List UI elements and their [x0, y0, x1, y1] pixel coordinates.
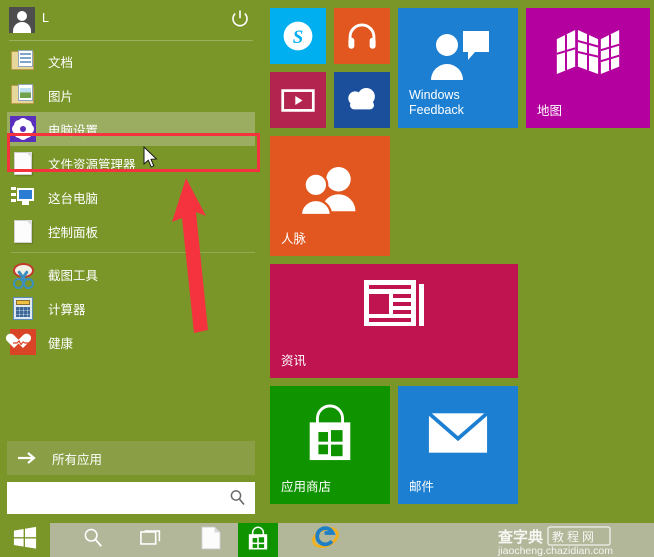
menu-item-label: 计算器	[48, 302, 86, 317]
tile-music[interactable]	[334, 8, 390, 64]
menu-item-snipping-tool[interactable]: 截图工具	[7, 257, 255, 291]
search-input[interactable]	[13, 482, 227, 516]
folder-pictures-icon	[10, 82, 36, 108]
tile-video[interactable]	[270, 72, 326, 128]
svg-text:S: S	[293, 27, 304, 48]
power-icon[interactable]	[230, 9, 250, 29]
all-apps-label: 所有应用	[52, 452, 103, 467]
cloud-icon	[334, 72, 390, 128]
start-button[interactable]	[0, 523, 50, 557]
map-folded-icon	[526, 24, 650, 80]
account-row[interactable]: L	[0, 0, 262, 37]
tile-label: 人脉	[281, 232, 307, 246]
tile-news[interactable]: 资讯	[270, 264, 518, 378]
menu-item-file-explorer[interactable]: 文件资源管理器	[7, 146, 255, 180]
tile-onedrive[interactable]	[334, 72, 390, 128]
settings-gear-icon	[10, 116, 36, 142]
menu-item-control-panel[interactable]: 控制面板	[7, 214, 255, 248]
start-menu-list: 文档 图片 电脑设置 文件资源管理器 这台电脑 控制面板 截图工具 计算器 健康	[0, 44, 262, 359]
arrow-right-icon	[15, 448, 39, 468]
this-pc-icon	[10, 184, 36, 210]
menu-item-label: 控制面板	[48, 225, 99, 240]
menu-item-health[interactable]: 健康	[7, 325, 255, 359]
tile-label: Windows Feedback	[409, 88, 464, 117]
tile-mail[interactable]: 邮件	[398, 386, 518, 504]
snipping-tool-icon	[10, 261, 36, 289]
news-article-icon	[270, 276, 518, 332]
store-bag-icon	[245, 525, 271, 556]
menu-item-label: 这台电脑	[48, 191, 99, 206]
watermark-brand: 查字典	[498, 528, 543, 546]
file-explorer-icon	[201, 526, 221, 555]
tile-skype[interactable]: S	[270, 8, 326, 64]
menu-item-label: 文档	[48, 55, 74, 70]
tile-store[interactable]: 应用商店	[270, 386, 390, 504]
taskbar-task-view-button[interactable]	[127, 523, 177, 557]
menu-item-label: 健康	[48, 336, 74, 351]
taskbar: 查字典 教程网 jiaocheng.chazidian.com	[0, 523, 654, 557]
tile-label: 资讯	[281, 354, 307, 368]
search-box[interactable]	[7, 482, 255, 516]
menu-item-calculator[interactable]: 计算器	[7, 291, 255, 325]
header-divider	[9, 40, 253, 41]
watermark: 查字典 教程网 jiaocheng.chazidian.com	[496, 525, 646, 557]
menu-item-label: 图片	[48, 89, 74, 104]
mail-envelope-icon	[398, 408, 518, 458]
menu-item-label: 截图工具	[48, 268, 99, 283]
watermark-tag: 教程网	[552, 529, 597, 544]
skype-icon: S	[270, 8, 326, 64]
windows-start-menu-screen: L 文档 图片 电脑设置 文件资源管理器 这台电脑 控制面板 截图工具 计算器 …	[0, 0, 654, 557]
taskbar-file-explorer-button[interactable]	[186, 523, 236, 557]
ie-icon	[311, 524, 339, 556]
calculator-icon	[10, 295, 36, 321]
taskbar-internet-explorer-button[interactable]	[300, 523, 350, 557]
menu-item-documents[interactable]: 文档	[7, 44, 255, 78]
menu-item-this-pc[interactable]: 这台电脑	[7, 180, 255, 214]
menu-divider	[11, 252, 255, 253]
health-heart-icon	[10, 329, 36, 355]
video-play-icon	[270, 72, 326, 128]
file-explorer-icon	[10, 150, 36, 176]
tile-label: 邮件	[409, 480, 435, 494]
menu-item-pictures[interactable]: 图片	[7, 78, 255, 112]
tile-label: 应用商店	[281, 480, 332, 494]
all-apps-button[interactable]: 所有应用	[7, 441, 255, 475]
search-magnifier-icon[interactable]	[229, 489, 246, 506]
tile-maps[interactable]: 地图	[526, 8, 650, 128]
search-magnifier-icon	[82, 527, 104, 554]
headphones-icon	[334, 8, 390, 64]
windows-logo-icon	[13, 526, 37, 555]
menu-item-label: 文件资源管理器	[48, 157, 136, 172]
taskbar-store-button[interactable]	[238, 523, 278, 557]
feedback-person-icon	[398, 26, 518, 86]
tile-label: 地图	[537, 104, 563, 118]
watermark-url: jiaocheng.chazidian.com	[497, 545, 613, 557]
account-name: L	[42, 11, 50, 25]
folder-documents-icon	[10, 48, 36, 74]
start-menu-left-panel: L 文档 图片 电脑设置 文件资源管理器 这台电脑 控制面板 截图工具 计算器 …	[0, 0, 262, 523]
taskbar-search-button[interactable]	[68, 523, 118, 557]
store-bag-icon	[270, 402, 390, 464]
task-view-icon	[140, 527, 164, 553]
control-panel-icon	[10, 218, 36, 244]
tile-windows-feedback[interactable]: Windows Feedback	[398, 8, 518, 128]
menu-item-label: 电脑设置	[48, 123, 99, 138]
people-two-icon	[270, 162, 390, 218]
tile-people[interactable]: 人脉	[270, 136, 390, 256]
user-avatar-icon[interactable]	[9, 7, 35, 33]
menu-item-pc-settings[interactable]: 电脑设置	[7, 112, 255, 146]
start-menu-tiles: S Windows Feedback 地图 人脉 资讯 应用商店 邮件	[270, 8, 654, 523]
